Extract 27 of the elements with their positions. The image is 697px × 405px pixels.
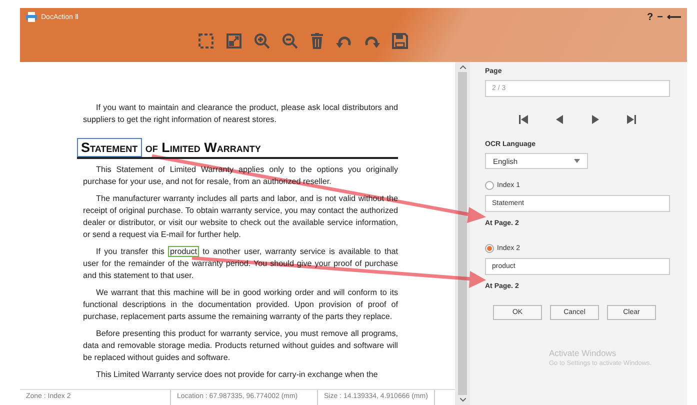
paragraph: We warrant that this machine will be in good working order and will conform to its functional descriptions in the documentation provided. Upon provision of proof of purchase, replacement parts assume the remaining warranty of the parts they replace.	[83, 287, 398, 323]
printer-icon	[26, 12, 37, 22]
previous-page-icon[interactable]	[556, 114, 564, 124]
zoom-in-icon[interactable]	[254, 33, 270, 49]
scrollbar[interactable]	[455, 62, 470, 405]
trash-icon[interactable]	[310, 33, 324, 49]
paragraph: This Limited Warranty service does not provide for carry-in exchange when the	[95, 369, 379, 381]
first-page-icon[interactable]	[519, 114, 528, 124]
zoom-out-icon[interactable]	[282, 33, 298, 49]
paragraph: Before presenting this product for warranty service, you must remove all programs, data and removable storage media. Products returned without guides and software will be replaced without guides and software.	[83, 328, 398, 364]
window-control[interactable]: ⟵	[667, 11, 681, 23]
save-icon[interactable]	[392, 33, 408, 49]
window-control[interactable]: −	[657, 12, 663, 22]
scroll-up-icon[interactable]	[460, 65, 466, 69]
radio-button[interactable]	[485, 181, 494, 190]
window-control[interactable]: ?	[647, 12, 654, 22]
last-page-icon[interactable]	[626, 114, 636, 124]
activation-title: Activate Windows	[549, 348, 618, 358]
next-page-icon[interactable]	[592, 114, 599, 124]
radio-button[interactable]	[485, 244, 494, 253]
fit-icon[interactable]	[226, 33, 242, 49]
scroll-down-icon[interactable]	[460, 398, 466, 402]
select-region-icon[interactable]	[198, 33, 214, 49]
dropdown-caret-icon	[574, 159, 580, 163]
highlighted-word: Statement	[77, 138, 142, 157]
paragraph: If you want to maintain and clearance the product, please ask local distributors and suppliers to get the right information of nearest stores.	[83, 102, 398, 126]
section-heading: Statement of Limited Warranty	[77, 139, 398, 159]
